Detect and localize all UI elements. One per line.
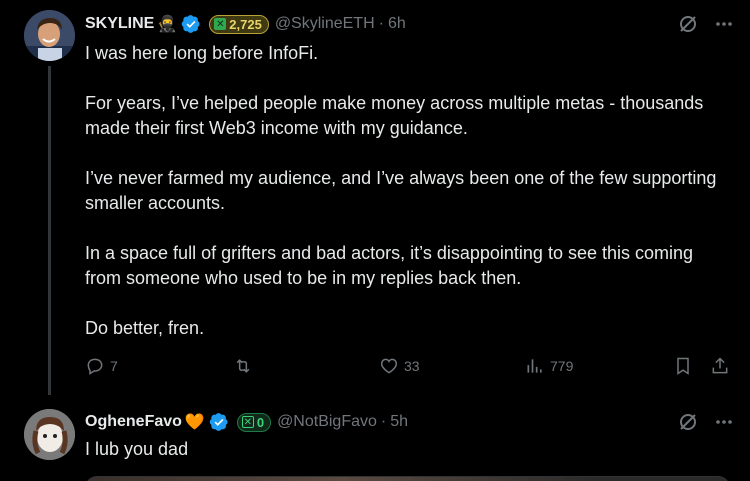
grok-icon[interactable]	[677, 411, 699, 433]
timestamp[interactable]: 5h	[390, 413, 408, 431]
tweet-actions: 7 33 779	[85, 356, 745, 380]
avatar[interactable]	[24, 10, 75, 61]
like-button[interactable]: 33	[379, 356, 420, 376]
display-name[interactable]: OgheneFavo	[85, 413, 182, 431]
bookmark-button[interactable]	[673, 356, 693, 376]
tweet-text: I lub you dad	[85, 439, 189, 459]
x-logo-icon: ✕	[241, 416, 254, 428]
user-handle[interactable]: @NotBigFavo	[277, 413, 377, 431]
separator-dot: ·	[380, 413, 387, 430]
verified-badge-icon	[209, 413, 228, 431]
reply-icon	[87, 358, 103, 375]
tweet-header: SKYLINE 🥷 ✕ 2,725 @SkylineETH · 6h	[85, 13, 406, 35]
grok-icon[interactable]	[677, 13, 699, 35]
share-icon	[712, 357, 728, 374]
score-badge: ✕ 0	[236, 412, 272, 432]
score-badge-count: 2,725	[229, 16, 262, 32]
heart-icon	[380, 358, 398, 374]
more-options-icon[interactable]	[713, 411, 735, 433]
like-count: 33	[404, 358, 420, 374]
reply-count: 7	[110, 358, 118, 374]
heart-emoji: 🧡	[184, 414, 205, 431]
media-attachment[interactable]	[85, 476, 730, 481]
more-options-icon[interactable]	[713, 13, 735, 35]
views-button[interactable]: 779	[525, 356, 573, 376]
user-handle[interactable]: @SkylineETH	[275, 15, 375, 33]
tweet-text: I was here long before InfoFi. For years…	[85, 43, 717, 338]
verified-badge-icon	[181, 15, 200, 33]
reply-button[interactable]: 7	[85, 356, 118, 376]
display-name[interactable]: SKYLINE	[85, 15, 154, 33]
repost-button[interactable]	[231, 356, 260, 376]
score-badge: ✕ 2,725	[209, 14, 269, 34]
analytics-icon	[527, 359, 542, 373]
bookmark-icon	[677, 357, 689, 375]
tweet-header: OgheneFavo 🧡 ✕ 0 @NotBigFavo · 5h	[85, 411, 408, 433]
score-badge-count: 0	[256, 414, 265, 430]
thread-line	[48, 66, 51, 395]
avatar[interactable]	[24, 409, 75, 460]
timestamp[interactable]: 6h	[388, 15, 406, 33]
view-count: 779	[550, 358, 574, 374]
separator-dot: ·	[378, 15, 384, 32]
repost-icon	[236, 359, 250, 373]
ninja-emoji: 🥷	[157, 16, 178, 33]
tweet-main[interactable]: SKYLINE 🥷 ✕ 2,725 @SkylineETH · 6h I was…	[0, 0, 750, 395]
x-logo-icon: ✕	[214, 18, 227, 30]
share-button[interactable]	[710, 356, 730, 376]
